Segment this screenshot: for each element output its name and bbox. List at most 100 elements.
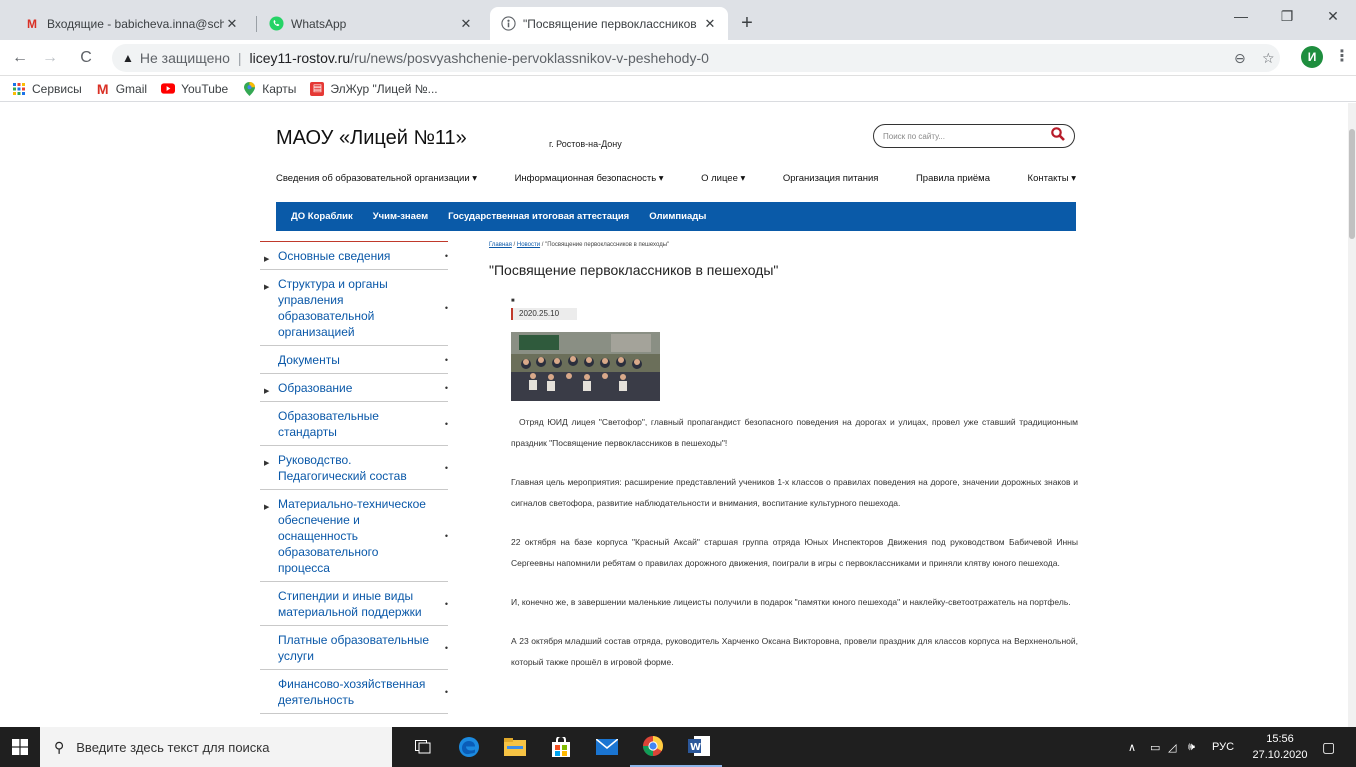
sidebar-item-scholarships[interactable]: Стипендии и иные виды материальной подде… bbox=[260, 582, 448, 626]
dot-icon: • bbox=[444, 642, 448, 653]
maps-icon bbox=[242, 81, 256, 96]
chevron-up-icon[interactable]: ∧ bbox=[1128, 727, 1136, 767]
sidebar-item-finance[interactable]: Финансово-хозяйственная деятельность • bbox=[260, 670, 448, 714]
profile-avatar[interactable]: И bbox=[1301, 46, 1323, 68]
sidebar-item-label: Материально-техническое обеспечение и ос… bbox=[278, 497, 426, 575]
search-icon: ⚲ bbox=[54, 738, 65, 755]
taskbar-search-input[interactable]: ⚲ Введите здесь текст для поиска bbox=[40, 727, 392, 767]
site-city: г. Ростов-на-Дону bbox=[549, 139, 622, 149]
subnav-korablik[interactable]: ДО Кораблик bbox=[291, 211, 353, 222]
bookmark-label: ЭлЖур "Лицей №... bbox=[330, 81, 438, 96]
page-scrollbar[interactable] bbox=[1348, 103, 1356, 727]
gmail-icon: M bbox=[96, 80, 109, 97]
url-host: licey11-rostov.ru bbox=[249, 50, 351, 66]
sidebar-menu: ▶ Основные сведения • ▶ Структура и органы … bbox=[260, 241, 448, 714]
sidebar-item-documents[interactable]: Документы • bbox=[260, 346, 448, 374]
dot-icon: • bbox=[444, 598, 448, 609]
file-explorer-icon[interactable] bbox=[492, 727, 538, 767]
subnav-uchim-znaem[interactable]: Учим-знаем bbox=[373, 211, 428, 222]
forward-arrow-icon[interactable]: → bbox=[38, 46, 62, 70]
sidebar-item-education[interactable]: ▶ Образование • bbox=[260, 374, 448, 402]
restore-icon[interactable]: ❐ bbox=[1264, 0, 1310, 32]
new-tab-button[interactable]: + bbox=[734, 10, 760, 36]
site-search-input[interactable]: Поиск по сайту... bbox=[873, 124, 1075, 148]
scrollbar-thumb[interactable] bbox=[1349, 129, 1355, 239]
network-icon[interactable]: ◿ bbox=[1168, 727, 1176, 767]
article-paragraph: Отряд ЮИД лицея "Светофор", главный проп… bbox=[511, 417, 1078, 448]
sidebar-item-label: Платные образовательные услуги bbox=[278, 633, 430, 663]
menu-dots-icon[interactable]: ⋮ bbox=[1334, 46, 1350, 68]
back-arrow-icon[interactable]: ← bbox=[8, 46, 32, 70]
close-icon[interactable]: ✕ bbox=[702, 16, 718, 32]
bullet-icon: ■ bbox=[511, 298, 515, 304]
bookmark-youtube[interactable]: YouTube bbox=[161, 82, 228, 96]
triangle-right-icon: ▶ bbox=[264, 504, 270, 511]
bookmark-gmail[interactable]: M Gmail bbox=[96, 80, 147, 97]
bookmark-maps[interactable]: Карты bbox=[242, 81, 296, 96]
battery-icon[interactable]: ▭ bbox=[1150, 727, 1160, 767]
main-navigation: Сведения об образовательной организации … bbox=[276, 173, 1076, 184]
breadcrumb-news[interactable]: Новости bbox=[517, 242, 540, 248]
breadcrumb-home[interactable]: Главная bbox=[489, 242, 512, 248]
volume-icon[interactable]: 🕪 bbox=[1188, 727, 1195, 767]
sidebar-item-standards[interactable]: Образовательные стандарты • bbox=[260, 402, 448, 446]
bookmark-star-icon[interactable]: ☆ bbox=[1262, 50, 1275, 67]
tab-gmail[interactable]: M Входящие - babicheva.inna@sch ✕ bbox=[14, 7, 250, 40]
minimize-icon[interactable]: — bbox=[1218, 0, 1264, 32]
zoom-icon[interactable]: ⊖ bbox=[1234, 50, 1246, 67]
sidebar-item-paid-services[interactable]: Платные образовательные услуги • bbox=[260, 626, 448, 670]
task-view-icon[interactable] bbox=[400, 727, 446, 767]
tab-whatsapp[interactable]: WhatsApp ✕ bbox=[258, 7, 484, 40]
close-icon[interactable]: ✕ bbox=[224, 16, 240, 32]
clock-time: 15:56 bbox=[1266, 733, 1294, 745]
address-bar[interactable]: ▲ Не защищено | licey11-rostov.ru /ru/ne… bbox=[112, 44, 1280, 72]
sidebar-item-staff[interactable]: ▶ Руководство. Педагогический состав • bbox=[260, 446, 448, 490]
sidebar-item-facilities[interactable]: ▶ Материально-техническое обеспечение и о… bbox=[260, 490, 448, 582]
triangle-right-icon: ▶ bbox=[264, 460, 270, 467]
tab-separator bbox=[256, 16, 257, 32]
edge-icon[interactable] bbox=[446, 727, 492, 767]
tab-title: WhatsApp bbox=[291, 16, 347, 31]
word-icon[interactable]: W bbox=[676, 727, 722, 767]
mail-icon[interactable] bbox=[584, 727, 630, 767]
dot-icon: • bbox=[444, 462, 448, 473]
sidebar-item-structure[interactable]: ▶ Структура и органы управления образоват… bbox=[260, 270, 448, 346]
article-photo[interactable] bbox=[511, 332, 660, 401]
tab-active-article[interactable]: "Посвящение первоклассников ✕ bbox=[490, 7, 728, 40]
close-icon[interactable]: ✕ bbox=[458, 16, 474, 32]
windows-start-icon[interactable] bbox=[0, 727, 40, 767]
sidebar-item-label: Структура и органы управления образовате… bbox=[278, 277, 388, 339]
nav-item-food[interactable]: Организация питания bbox=[783, 173, 879, 184]
article-paragraph: 22 октября на базе корпуса "Красный Акса… bbox=[511, 537, 1078, 568]
site-title[interactable]: МАОУ «Лицей №11» bbox=[276, 127, 467, 150]
window-close-icon[interactable]: ✕ bbox=[1310, 0, 1356, 32]
article-title: "Посвящение первоклассников в пешеходы" bbox=[489, 262, 779, 278]
svg-text:W: W bbox=[690, 742, 701, 753]
article-paragraph: И, конечно же, в завершении маленькие ли… bbox=[511, 597, 1071, 607]
youtube-icon bbox=[161, 82, 176, 96]
sidebar-item-basic-info[interactable]: ▶ Основные сведения • bbox=[260, 242, 448, 270]
tab-title: Входящие - babicheva.inna@sch bbox=[47, 16, 224, 31]
bookmark-eljur[interactable]: ▤ ЭлЖур "Лицей №... bbox=[310, 81, 438, 96]
apps-icon bbox=[12, 82, 26, 96]
subnav-olympiads[interactable]: Олимпиады bbox=[649, 211, 706, 222]
subnav-gia[interactable]: Государственная итоговая аттестация bbox=[448, 211, 629, 222]
clock-date: 27.10.2020 bbox=[1252, 749, 1308, 761]
language-indicator[interactable]: РУС bbox=[1212, 727, 1234, 767]
search-icon[interactable] bbox=[1051, 127, 1065, 145]
tab-title: "Посвящение первоклассников bbox=[523, 16, 697, 31]
store-icon[interactable] bbox=[538, 727, 584, 767]
nav-item-admission[interactable]: Правила приёма bbox=[916, 173, 990, 184]
chrome-icon[interactable] bbox=[630, 727, 676, 767]
browser-toolbar: ← → C ▲ Не защищено | licey11-rostov.ru … bbox=[0, 40, 1356, 76]
nav-item-about[interactable]: О лицее ▾ bbox=[701, 173, 745, 184]
reload-icon[interactable]: C bbox=[74, 46, 98, 70]
warning-icon: ▲ bbox=[122, 51, 134, 65]
notification-icon[interactable]: ▢ bbox=[1322, 727, 1335, 767]
nav-item-contacts[interactable]: Контакты ▾ bbox=[1028, 173, 1076, 184]
bookmark-services[interactable]: Сервисы bbox=[12, 82, 82, 96]
nav-item-info[interactable]: Сведения об образовательной организации … bbox=[276, 173, 477, 184]
nav-item-security[interactable]: Информационная безопасность ▾ bbox=[515, 173, 664, 184]
system-clock[interactable]: 15:56 27.10.2020 bbox=[1250, 731, 1310, 763]
dot-icon: • bbox=[444, 354, 448, 365]
